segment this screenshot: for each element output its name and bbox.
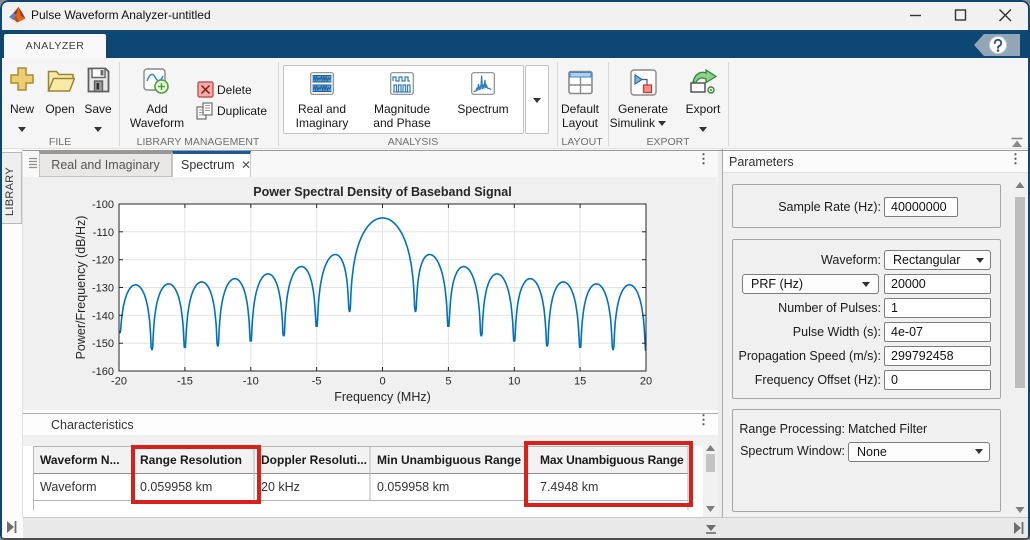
svg-text:10: 10 (508, 376, 520, 388)
svg-text:Waveform: Waveform (40, 480, 97, 494)
svg-text:15: 15 (574, 376, 586, 388)
svg-text:Frequency (MHz): Frequency (MHz) (334, 390, 431, 404)
svg-text:Min Unambiguous Range: Min Unambiguous Range (377, 453, 521, 467)
svg-text:-15: -15 (177, 376, 193, 388)
svg-text:-10: -10 (243, 376, 259, 388)
svg-text:-100: -100 (92, 199, 114, 211)
svg-text:0: 0 (379, 376, 385, 388)
svg-text:-160: -160 (92, 366, 114, 378)
svg-text:Power Spectral Density of Base: Power Spectral Density of Baseband Signa… (253, 185, 511, 199)
svg-text:-130: -130 (92, 283, 114, 295)
svg-text:Power/Frequency (dB/Hz): Power/Frequency (dB/Hz) (74, 216, 88, 360)
svg-text:-120: -120 (92, 255, 114, 267)
svg-text:5: 5 (445, 376, 451, 388)
svg-text:Waveform N...: Waveform N... (40, 453, 120, 467)
svg-text:Doppler Resoluti...: Doppler Resoluti... (261, 453, 367, 467)
svg-text:-140: -140 (92, 310, 114, 322)
svg-text:20: 20 (640, 376, 652, 388)
svg-text:-150: -150 (92, 338, 114, 350)
svg-text:-5: -5 (312, 376, 322, 388)
svg-text:-110: -110 (93, 227, 114, 239)
svg-text:20 kHz: 20 kHz (261, 480, 300, 494)
svg-text:0.059958 km: 0.059958 km (377, 480, 449, 494)
